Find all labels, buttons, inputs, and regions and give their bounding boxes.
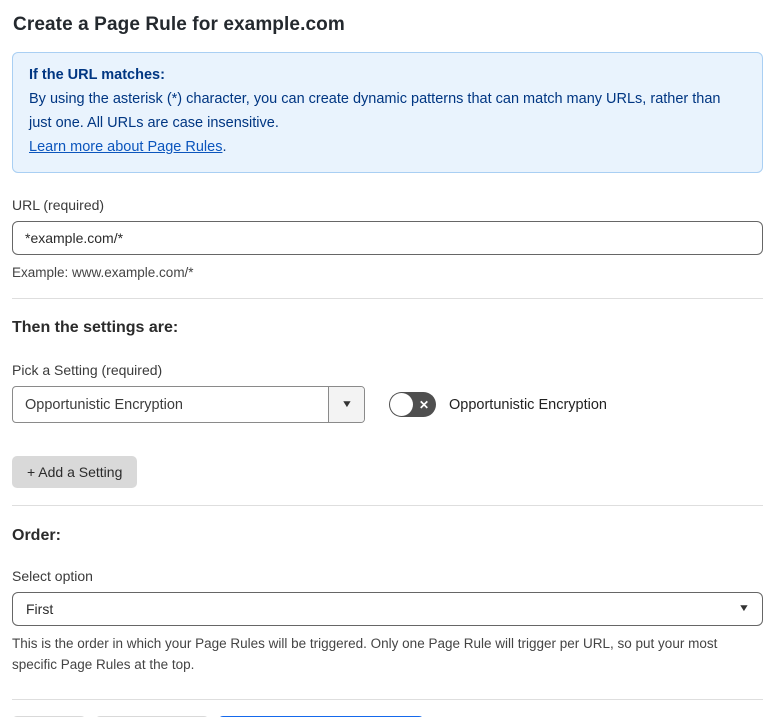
toggle-setting-label: Opportunistic Encryption <box>449 396 607 413</box>
setting-row: Opportunistic Encryption ▼ ✕ Opportunist… <box>12 386 763 423</box>
create-page-rule-form: Create a Page Rule for example.com If th… <box>0 0 775 717</box>
url-example-helper: Example: www.example.com/* <box>12 265 194 280</box>
url-input[interactable] <box>12 221 763 255</box>
settings-section-heading: Then the settings are: <box>12 319 179 336</box>
toggle-knob <box>390 393 413 416</box>
learn-more-link[interactable]: Learn more about Page Rules <box>29 139 222 155</box>
pick-setting-label: Pick a Setting (required) <box>12 362 163 378</box>
url-matches-info-banner: If the URL matches: By using the asteris… <box>12 52 763 173</box>
divider-before-actions <box>12 699 763 700</box>
order-helper-text: This is the order in which your Page Rul… <box>12 636 718 672</box>
url-field-label: URL (required) <box>12 197 105 213</box>
toggle-off-icon: ✕ <box>418 397 429 412</box>
order-section-heading: Order: <box>12 527 61 544</box>
add-setting-button[interactable]: + Add a Setting <box>12 456 138 488</box>
divider-after-url <box>12 298 763 299</box>
info-banner-heading: If the URL matches: <box>29 67 165 83</box>
order-select-value: First <box>26 601 54 617</box>
setting-select-arrow-button[interactable]: ▼ <box>328 387 364 422</box>
info-banner-link-line: Learn more about Page Rules. <box>29 135 746 159</box>
setting-select-value: Opportunistic Encryption <box>25 396 183 413</box>
order-select[interactable]: First ▼ <box>12 592 763 626</box>
opportunistic-encryption-toggle[interactable]: ✕ <box>389 392 436 417</box>
chevron-down-icon: ▼ <box>737 603 751 614</box>
opportunistic-encryption-toggle-group: ✕ Opportunistic Encryption <box>389 392 607 417</box>
order-select-label: Select option <box>12 568 93 584</box>
link-suffix: . <box>222 139 227 155</box>
divider-after-settings <box>12 505 763 506</box>
info-banner-body: By using the asterisk (*) character, you… <box>29 91 721 131</box>
setting-select[interactable]: Opportunistic Encryption ▼ <box>12 386 365 423</box>
chevron-down-icon: ▼ <box>340 398 353 410</box>
page-title: Create a Page Rule for example.com <box>13 14 345 35</box>
